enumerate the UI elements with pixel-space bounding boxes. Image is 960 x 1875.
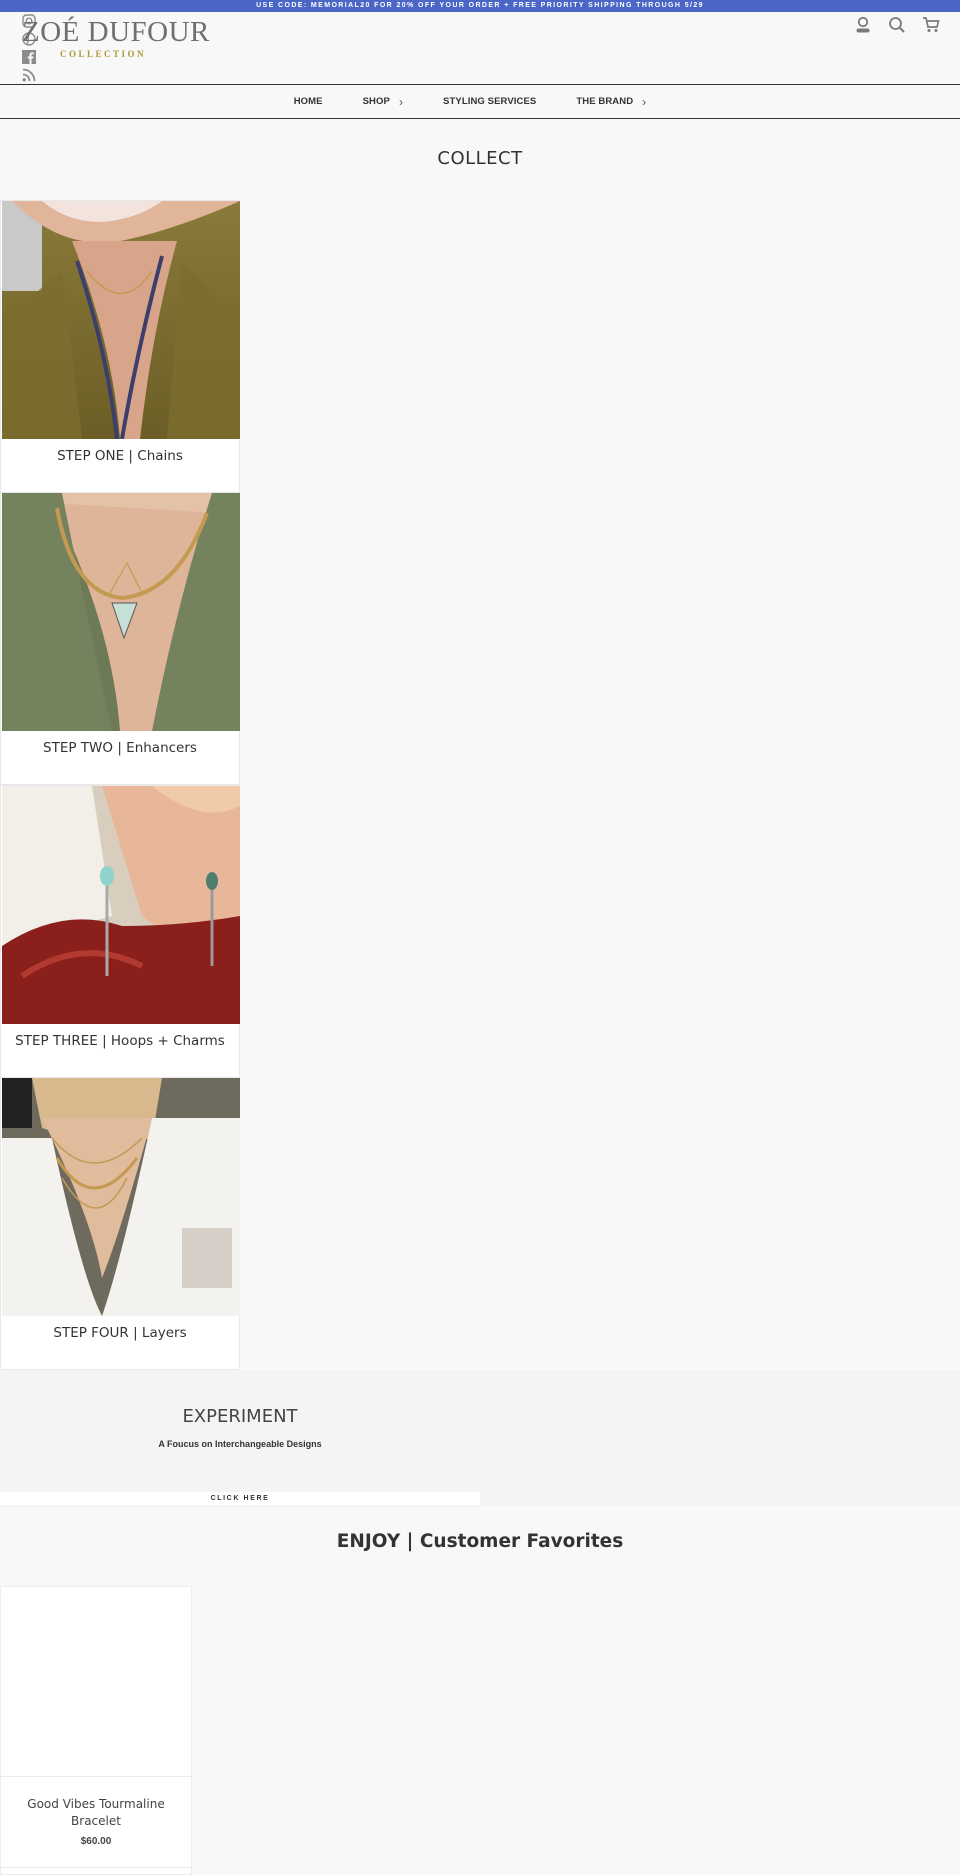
collect-title: COLLECT xyxy=(437,148,523,169)
click-here-button[interactable]: CLICK HERE xyxy=(0,1492,480,1505)
chevron-right-icon: › xyxy=(398,94,404,109)
collection-label[interactable]: STEP ONE | Chains xyxy=(11,447,229,466)
rss-icon[interactable] xyxy=(22,68,38,84)
brand-logo[interactable]: ZOÉ DUFOUR COLLECTION xyxy=(22,16,209,66)
brand-subtitle: COLLECTION xyxy=(60,49,147,59)
product-price: $60.00 xyxy=(80,1836,112,1847)
announcement-bar: USE CODE: MEMORIAL20 FOR 20% OFF YOUR OR… xyxy=(0,0,960,12)
nav-styling-label: STYLING SERVICES xyxy=(443,96,537,107)
header-actions xyxy=(854,16,940,34)
chevron-right-icon: › xyxy=(642,94,647,109)
product-image[interactable] xyxy=(1,1587,191,1777)
layers-image[interactable] xyxy=(2,1078,240,1316)
nav-styling-services[interactable]: STYLING SERVICES xyxy=(443,96,536,107)
product-divider xyxy=(1,1867,191,1868)
account-icon[interactable] xyxy=(854,16,872,34)
collection-card-enhancers[interactable]: STEP TWO | Enhancers xyxy=(0,492,240,785)
search-icon[interactable] xyxy=(888,16,906,34)
enjoy-title: ENJOY | Customer Favorites xyxy=(336,1531,624,1552)
collection-label[interactable]: STEP FOUR | Layers xyxy=(11,1324,229,1343)
collection-card-hoops-charms[interactable]: STEP THREE | Hoops + Charms xyxy=(0,785,240,1078)
product-name[interactable]: Good Vibes Tourmaline Bracelet xyxy=(9,1796,183,1830)
experiment-subtitle: A Foucus on Interchangeable Designs xyxy=(158,1439,322,1449)
collection-label[interactable]: STEP TWO | Enhancers xyxy=(11,739,229,758)
collection-card-chains[interactable]: STEP ONE | Chains xyxy=(0,200,240,493)
nav-shop-label: SHOP xyxy=(362,96,390,107)
nav-the-brand[interactable]: THE BRAND › xyxy=(576,95,646,109)
hoops-charms-image[interactable] xyxy=(2,786,240,1024)
nav-shop[interactable]: SHOP › xyxy=(363,95,403,109)
site-header: ZOÉ DUFOUR COLLECTION xyxy=(0,12,960,84)
brand-name: ZOÉ DUFOUR xyxy=(22,16,210,48)
nav-home-label: HOME xyxy=(293,96,323,107)
experiment-section: EXPERIMENT A Foucus on Interchangeable D… xyxy=(0,1370,960,1506)
collection-label[interactable]: STEP THREE | Hoops + Charms xyxy=(11,1032,229,1051)
main-nav: HOME SHOP › STYLING SERVICES THE BRAND › xyxy=(0,84,960,119)
cart-icon[interactable] xyxy=(922,16,940,34)
nav-home[interactable]: HOME xyxy=(294,96,323,107)
nav-brand-label: THE BRAND xyxy=(576,96,634,107)
chains-image[interactable] xyxy=(2,201,240,439)
enhancers-image[interactable] xyxy=(2,493,240,731)
experiment-title: EXPERIMENT xyxy=(182,1406,298,1427)
product-card[interactable]: Good Vibes Tourmaline Bracelet $60.00 xyxy=(0,1586,192,1875)
collection-card-layers[interactable]: STEP FOUR | Layers xyxy=(0,1077,240,1370)
